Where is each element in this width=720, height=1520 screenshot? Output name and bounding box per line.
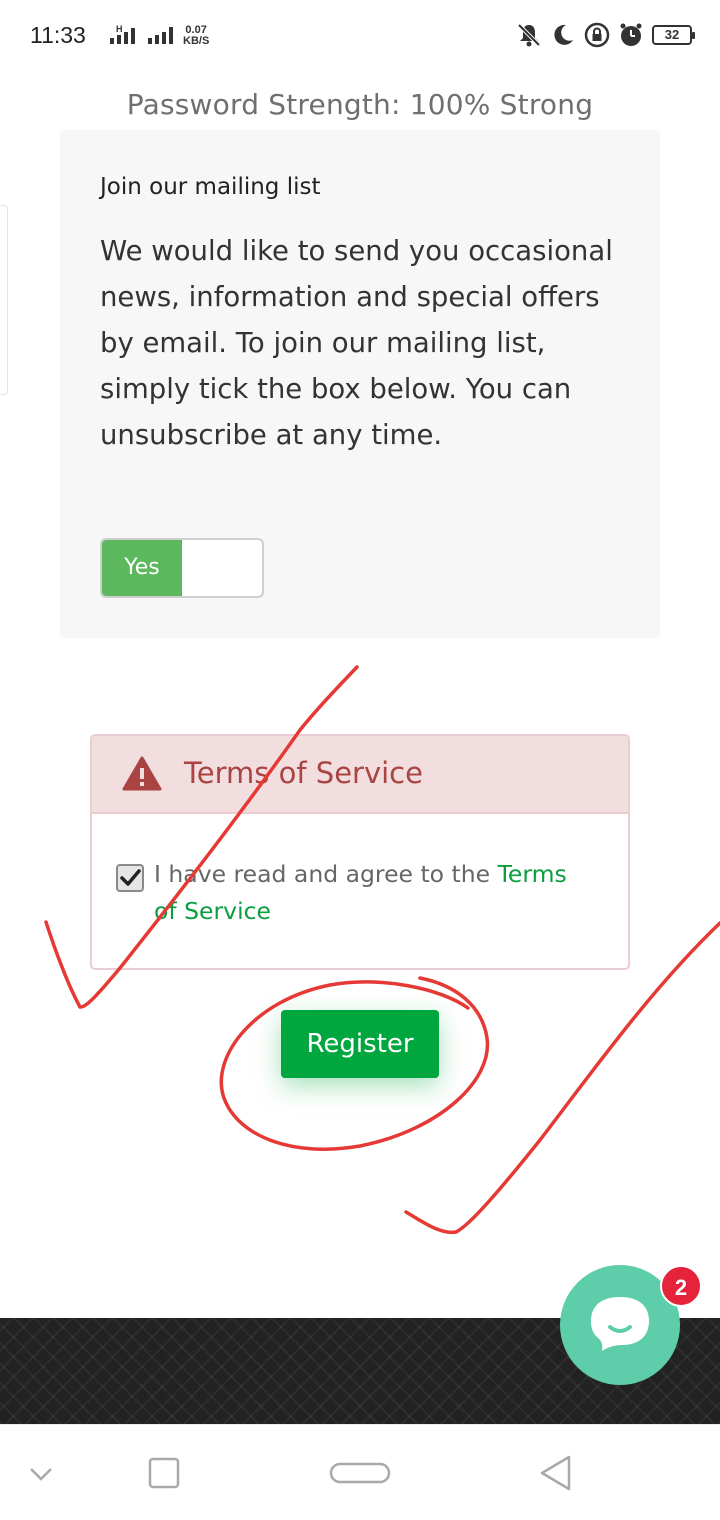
- recents-icon[interactable]: [148, 1453, 180, 1493]
- status-time: 11:33: [30, 22, 86, 48]
- moon-icon: [554, 24, 573, 45]
- system-nav-bar: [0, 1424, 720, 1520]
- mailing-list-panel: Join our mailing list We would like to s…: [60, 130, 660, 638]
- network-type-label: H: [116, 24, 123, 34]
- side-drawer-edge: [0, 205, 8, 395]
- status-icons: 32: [516, 22, 695, 48]
- alarm-icon: [620, 23, 642, 46]
- mailing-list-toggle[interactable]: Yes: [100, 538, 264, 598]
- terms-of-service-box: Terms of Service I have read and agree t…: [90, 734, 630, 970]
- mailing-list-title: Join our mailing list: [100, 174, 321, 200]
- lock-rotation-icon: [584, 22, 610, 48]
- signal-h-icon: H: [110, 24, 135, 44]
- status-bar: 11:33 H 0.07 KB/S 32: [0, 0, 720, 72]
- terms-agree-text: I have read and agree to the Terms of Se…: [154, 856, 574, 930]
- home-pill-icon[interactable]: [328, 1453, 392, 1493]
- checkmark-icon: [120, 869, 141, 886]
- back-icon[interactable]: [538, 1453, 574, 1493]
- network-speed: 0.07 KB/S: [183, 25, 209, 47]
- terms-title: Terms of Service: [184, 756, 423, 790]
- register-button[interactable]: Register: [281, 1010, 439, 1078]
- mailing-list-description: We would like to send you occasional new…: [100, 235, 613, 451]
- toggle-yes-label: Yes: [102, 540, 182, 596]
- warning-icon: [122, 756, 162, 791]
- terms-agree-prefix: I have read and agree to the: [154, 860, 498, 888]
- terms-header: Terms of Service: [92, 736, 628, 814]
- network-speed-unit: KB/S: [183, 35, 210, 47]
- mute-icon: [517, 23, 541, 47]
- terms-checkbox[interactable]: [116, 864, 144, 892]
- password-strength-text: Password Strength: 100% Strong: [126, 88, 594, 121]
- chat-unread-badge: 2: [660, 1265, 702, 1307]
- battery-icon: 32: [652, 25, 695, 45]
- signal-icon: [148, 27, 173, 44]
- chevron-down-icon[interactable]: [28, 1453, 54, 1493]
